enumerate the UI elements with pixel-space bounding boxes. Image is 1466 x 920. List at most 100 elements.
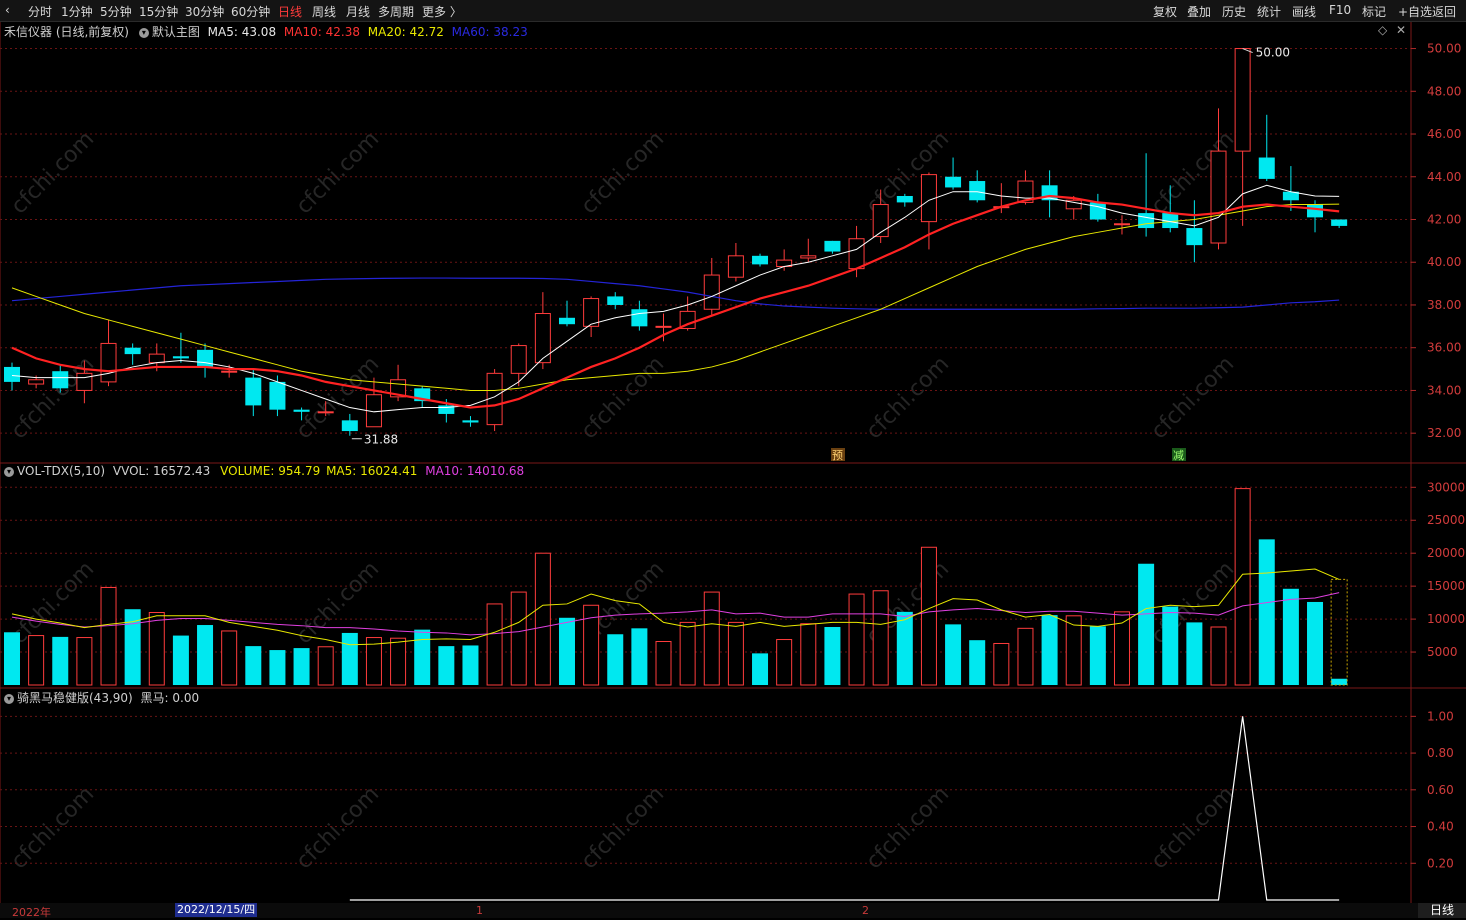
- candle-body: [800, 255, 817, 259]
- chevron-down-icon[interactable]: ▾: [4, 466, 14, 477]
- price-tick-label: 46.00: [1427, 127, 1461, 141]
- watermark: cfchi.com: [577, 352, 670, 445]
- watermark: cfchi.com: [7, 352, 100, 445]
- candle-body: [462, 420, 479, 423]
- indicator-tick-label: 0.80: [1427, 746, 1454, 760]
- watermark: cfchi.com: [7, 557, 100, 650]
- volume-bar: [1041, 615, 1058, 685]
- candle-body: [1138, 213, 1155, 229]
- volume-bar: [1162, 606, 1179, 685]
- marker-yu: 预: [832, 449, 843, 462]
- volume-bar: [848, 593, 865, 686]
- watermark: cfchi.com: [292, 782, 385, 875]
- x-tick-month-1: 1: [476, 904, 483, 917]
- candle-body: [727, 255, 744, 278]
- price-tick-label: 50.00: [1427, 42, 1461, 56]
- candle-body: [510, 345, 527, 374]
- volume-bar: [558, 617, 575, 685]
- candle-body: [969, 181, 986, 201]
- high-label: 50.00: [1256, 46, 1290, 60]
- ma5-label: MA5: 43.08: [207, 25, 277, 39]
- candle-body: [1307, 204, 1324, 218]
- candle-body: [896, 195, 913, 203]
- watermark: cfchi.com: [1147, 782, 1240, 875]
- volume-bar: [1017, 627, 1034, 686]
- watermark: cfchi.com: [577, 127, 670, 220]
- volume-bar: [1282, 588, 1299, 685]
- chart-canvas[interactable]: cfchi.com cfchi.com cfchi.com cfchi.com cfch…: [0, 0, 1466, 918]
- indicator-tick-label: 1.00: [1427, 709, 1454, 723]
- volume-tick-label: 30000: [1427, 480, 1465, 494]
- volume-tick-label: 5000: [1427, 645, 1458, 659]
- candle-body: [752, 255, 769, 265]
- price-tick-label: 44.00: [1427, 170, 1461, 184]
- indicator-name[interactable]: 骑黑马稳健版(43,90): [17, 691, 133, 705]
- volume-bar: [28, 635, 45, 686]
- candle-body: [269, 381, 286, 410]
- volume-bar: [52, 636, 69, 685]
- volume-bar: [1258, 539, 1275, 685]
- candle-body: [824, 240, 841, 252]
- chevron-down-icon[interactable]: ▾: [4, 693, 14, 704]
- candle-body: [534, 313, 551, 364]
- indicator-tick-label: 0.20: [1427, 856, 1454, 870]
- candle-body: [76, 372, 93, 391]
- volume-tick-label: 10000: [1427, 612, 1465, 626]
- candle-body: [341, 420, 358, 432]
- diamond-icon[interactable]: ◇: [1378, 23, 1387, 37]
- candle-body: [1210, 150, 1227, 244]
- volume-bar: [1065, 615, 1082, 686]
- candle-body: [1331, 219, 1348, 226]
- volume-bar: [317, 646, 334, 686]
- volume-tick-label: 15000: [1427, 579, 1465, 593]
- volume-bar: [1234, 488, 1251, 686]
- stock-name[interactable]: 禾信仪器 (日线,前复权): [4, 25, 129, 39]
- volume-bar: [1331, 678, 1348, 685]
- ma20-label: MA20: 42.72: [367, 25, 444, 39]
- volume-bar: [100, 586, 117, 686]
- candle-body: [848, 238, 865, 270]
- current-volume-frame: [1330, 578, 1348, 686]
- candle-body: [607, 296, 624, 305]
- template-name[interactable]: 默认主图: [152, 25, 200, 39]
- period-button[interactable]: 日线: [1418, 903, 1466, 918]
- volume-bar: [390, 637, 407, 686]
- volume-bar: [438, 646, 455, 685]
- watermark: cfchi.com: [292, 127, 385, 220]
- watermark: cfchi.com: [7, 782, 100, 875]
- volume-bar: [655, 641, 672, 686]
- candle-body: [221, 370, 238, 373]
- volume-bar: [824, 627, 841, 685]
- volume-panel-header: ▾ VOL-TDX(5,10) VVOL: 16572.43 VOLUME: 95…: [4, 464, 524, 478]
- watermark: cfchi.com: [862, 352, 955, 445]
- close-icon[interactable]: ✕: [1396, 23, 1406, 37]
- candle-body: [100, 342, 117, 383]
- price-tick-label: 32.00: [1427, 426, 1461, 440]
- watermark: cfchi.com: [292, 557, 385, 650]
- volume-bar: [1138, 563, 1155, 685]
- volume-bar: [896, 611, 913, 685]
- vol-indicator-name[interactable]: VOL-TDX(5,10): [17, 464, 105, 478]
- candle-body: [1258, 157, 1275, 179]
- volume-bar: [1186, 622, 1203, 685]
- vvol-label: VVOL: 16572.43: [112, 464, 211, 478]
- indicator-panel-header: ▾ 骑黑马稳健版(43,90) 黑马: 0.00: [4, 689, 199, 706]
- candle-body: [172, 356, 189, 359]
- indicator-value: 黑马: 0.00: [140, 691, 200, 705]
- indicator-tick-label: 0.60: [1427, 783, 1454, 797]
- volume-bar: [920, 546, 937, 686]
- chevron-down-icon[interactable]: ▾: [138, 27, 149, 38]
- candle-body: [583, 298, 600, 327]
- candle-body: [124, 347, 141, 355]
- price-tick-label: 34.00: [1427, 383, 1461, 397]
- price-tick-label: 42.00: [1427, 212, 1461, 226]
- indicator-line: [349, 716, 1340, 901]
- volume-bar: [872, 590, 889, 686]
- watermark: cfchi.com: [577, 782, 670, 875]
- cursor-date: 2022/12/15/四: [175, 903, 258, 917]
- volume-bar: [510, 591, 527, 686]
- volume-bar: [607, 634, 624, 685]
- candle-body: [558, 317, 575, 325]
- candle-body: [197, 349, 214, 367]
- volume-bar: [197, 625, 214, 685]
